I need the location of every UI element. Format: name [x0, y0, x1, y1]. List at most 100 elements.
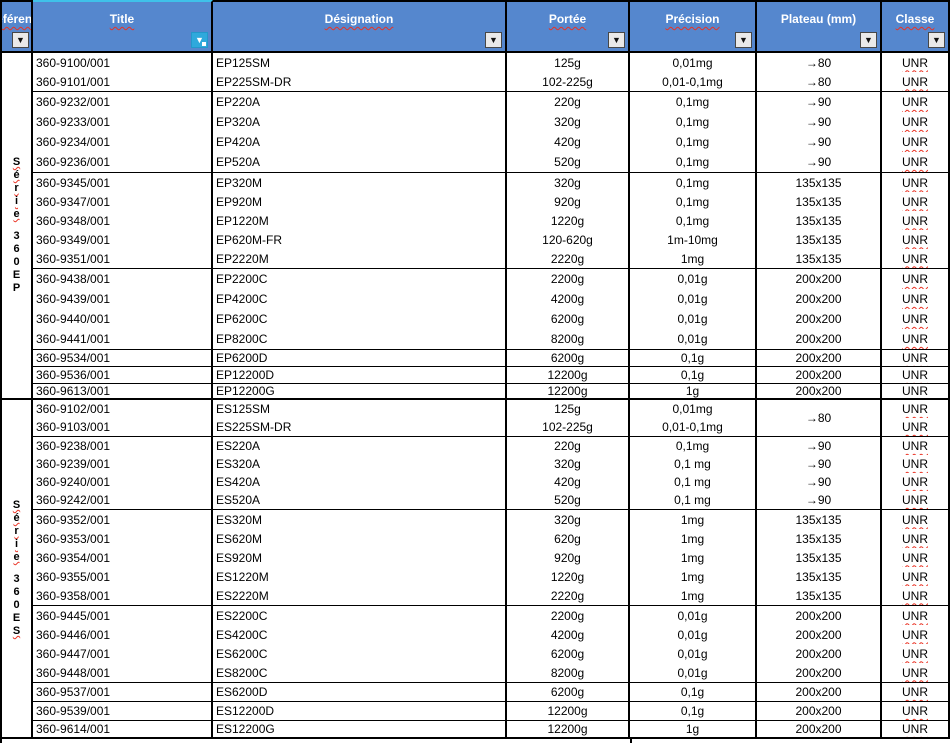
cell-classe[interactable]: UNR	[882, 367, 948, 383]
cell-classe[interactable]: UNR	[882, 473, 948, 491]
cell-portee[interactable]: 2200g	[507, 606, 628, 625]
cell-designation[interactable]: EP12200G	[213, 384, 505, 398]
cell-precision[interactable]: 0,1g	[630, 350, 755, 366]
cell-precision[interactable]: 0,01g	[630, 289, 755, 309]
cell-plateau[interactable]: 200x200	[757, 384, 880, 398]
filter-button-classe[interactable]: ▼	[928, 32, 945, 48]
cell-precision[interactable]: 0,1 mg	[630, 473, 755, 491]
cell-precision[interactable]: 0,01g	[630, 329, 755, 349]
column-header-classe[interactable]: Classe ▼	[882, 0, 950, 51]
cell-title[interactable]: 360-9352/001	[33, 510, 211, 529]
cell-plateau[interactable]: →90	[757, 92, 880, 112]
cell-portee[interactable]: 320g	[507, 510, 628, 529]
cell-classe[interactable]: UNR	[882, 663, 948, 682]
cell-portee[interactable]: 120-620g	[507, 230, 628, 249]
cell-title[interactable]: 360-9101/001	[33, 72, 211, 91]
cell-designation[interactable]: EP320M	[213, 173, 505, 192]
cell-classe[interactable]: UNR	[882, 350, 948, 366]
cell-portee[interactable]: 220g	[507, 437, 628, 455]
cell-precision[interactable]: 0,01mg	[630, 400, 755, 418]
cell-portee[interactable]: 920g	[507, 192, 628, 211]
cell-portee[interactable]: 2220g	[507, 586, 628, 605]
series-label-cell[interactable]: Série360EP	[0, 53, 33, 398]
cell-designation[interactable]: EP225SM-DR	[213, 72, 505, 91]
cell-classe[interactable]: UNR	[882, 289, 948, 309]
cell-plateau[interactable]: →80	[757, 53, 880, 72]
cell-title[interactable]: 360-9439/001	[33, 289, 211, 309]
cell-title[interactable]: 360-9539/001	[33, 702, 211, 720]
cell-portee[interactable]: 320g	[507, 455, 628, 473]
cell-classe[interactable]: UNR	[882, 211, 948, 230]
cell-portee[interactable]: 12200g	[507, 384, 628, 398]
cell-plateau[interactable]: 200x200	[757, 350, 880, 366]
cell-portee[interactable]: 1220g	[507, 567, 628, 586]
cell-precision[interactable]: 1mg	[630, 586, 755, 605]
cell-title[interactable]: 360-9234/001	[33, 132, 211, 152]
cell-portee[interactable]: 320g	[507, 112, 628, 132]
cell-designation[interactable]: ES6200D	[213, 683, 505, 701]
cell-classe[interactable]: UNR	[882, 249, 948, 268]
cell-title[interactable]: 360-9441/001	[33, 329, 211, 349]
cell-portee[interactable]: 125g	[507, 53, 628, 72]
cell-classe[interactable]: UNR	[882, 72, 948, 91]
cell-precision[interactable]: 1mg	[630, 548, 755, 567]
cell-plateau[interactable]: 200x200	[757, 663, 880, 682]
cell-precision[interactable]: 0,1mg	[630, 112, 755, 132]
cell-portee[interactable]: 1220g	[507, 211, 628, 230]
column-header-reference[interactable]: Référence ▼	[0, 0, 33, 51]
cell-plateau[interactable]: 200x200	[757, 289, 880, 309]
cell-designation[interactable]: ES520A	[213, 491, 505, 509]
cell-designation[interactable]: ES12200D	[213, 702, 505, 720]
cell-portee[interactable]: 102-225g	[507, 72, 628, 91]
cell-precision[interactable]: 0,1mg	[630, 211, 755, 230]
cell-classe[interactable]: UNR	[882, 269, 948, 289]
cell-plateau[interactable]: 200x200	[757, 702, 880, 720]
cell-title[interactable]: 360-9347/001	[33, 192, 211, 211]
cell-designation[interactable]: ES6200C	[213, 644, 505, 663]
cell-title[interactable]: 360-9613/001	[33, 384, 211, 398]
cell-classe[interactable]: UNR	[882, 384, 948, 398]
cell-portee[interactable]: 220g	[507, 92, 628, 112]
cell-plateau[interactable]: →90	[757, 491, 880, 509]
cell-title[interactable]: 360-9239/001	[33, 455, 211, 473]
cell-portee[interactable]: 520g	[507, 491, 628, 509]
cell-classe[interactable]: UNR	[882, 329, 948, 349]
cell-classe[interactable]: UNR	[882, 309, 948, 329]
cell-title[interactable]: 360-9446/001	[33, 625, 211, 644]
cell-precision[interactable]: 0,1mg	[630, 92, 755, 112]
cell-title[interactable]: 360-9438/001	[33, 269, 211, 289]
cell-plateau[interactable]: →90	[757, 455, 880, 473]
cell-plateau[interactable]: 200x200	[757, 367, 880, 383]
cell-classe[interactable]: UNR	[882, 644, 948, 663]
cell-title[interactable]: 360-9238/001	[33, 437, 211, 455]
cell-portee[interactable]: 2200g	[507, 269, 628, 289]
cell-designation[interactable]: EP6200D	[213, 350, 505, 366]
cell-title[interactable]: 360-9354/001	[33, 548, 211, 567]
cell-portee[interactable]: 12200g	[507, 367, 628, 383]
cell-plateau[interactable]: 200x200	[757, 721, 880, 737]
cell-title[interactable]: 360-9348/001	[33, 211, 211, 230]
cell-designation[interactable]: EP420A	[213, 132, 505, 152]
cell-designation[interactable]: ES920M	[213, 548, 505, 567]
cell-precision[interactable]: 0,1 mg	[630, 491, 755, 509]
filter-button-portee[interactable]: ▼	[608, 32, 625, 48]
cell-designation[interactable]: ES12200G	[213, 721, 505, 737]
cell-portee[interactable]: 6200g	[507, 309, 628, 329]
cell-title[interactable]: 360-9240/001	[33, 473, 211, 491]
cell-classe[interactable]: UNR	[882, 702, 948, 720]
cell-title[interactable]: 360-9614/001	[33, 721, 211, 737]
cell-title[interactable]: 360-9448/001	[33, 663, 211, 682]
cell-portee[interactable]: 125g	[507, 400, 628, 418]
cell-classe[interactable]: UNR	[882, 230, 948, 249]
cell-precision[interactable]: 0,1mg	[630, 437, 755, 455]
cell-portee[interactable]: 4200g	[507, 289, 628, 309]
cell-precision[interactable]: 0,01g	[630, 606, 755, 625]
cell-portee[interactable]: 420g	[507, 132, 628, 152]
cell-plateau[interactable]: 200x200	[757, 269, 880, 289]
cell-portee[interactable]: 4200g	[507, 625, 628, 644]
cell-plateau[interactable]: 200x200	[757, 309, 880, 329]
cell-title[interactable]: 360-9447/001	[33, 644, 211, 663]
cell-designation[interactable]: ES225SM-DR	[213, 418, 505, 436]
cell-portee[interactable]: 520g	[507, 152, 628, 172]
cell-classe[interactable]: UNR	[882, 92, 948, 112]
